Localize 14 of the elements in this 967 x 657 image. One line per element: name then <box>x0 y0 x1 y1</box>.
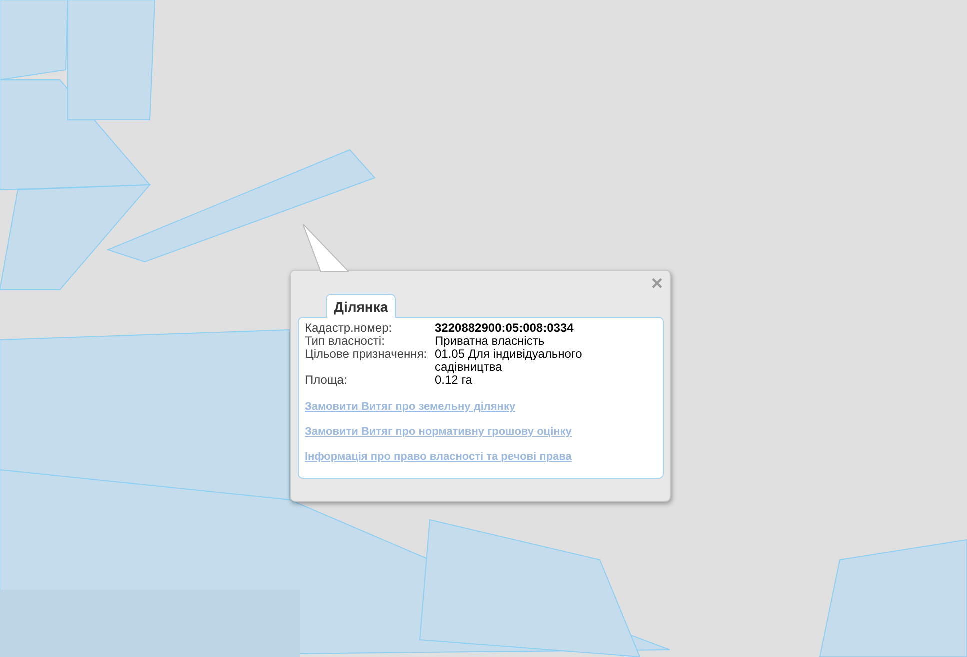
link[interactable]: Замовити Витяг про нормативну грошову оцінку <box>305 426 572 438</box>
field-value: Приватна власність <box>435 335 546 348</box>
link[interactable]: Замовити Витяг про земельну ділянку <box>305 401 516 413</box>
field-value: 0.12 га <box>435 374 472 387</box>
field-label: Площа: <box>305 374 348 387</box>
field-label: Цільове призначення: <box>305 348 428 363</box>
field-label: Тип власності: <box>305 335 385 348</box>
close-button[interactable]: × <box>648 275 666 293</box>
popup-pointer <box>303 224 349 272</box>
tab[interactable]: Ділянка <box>326 294 396 318</box>
link[interactable]: Інформація про право власності та речові права <box>305 451 572 463</box>
field-value: 3220882900:05:008:0334 <box>435 322 575 335</box>
field-value: 01.05 Для індивідуального садівництва <box>435 348 584 374</box>
field-label: Кадастр.номер: <box>305 322 394 335</box>
